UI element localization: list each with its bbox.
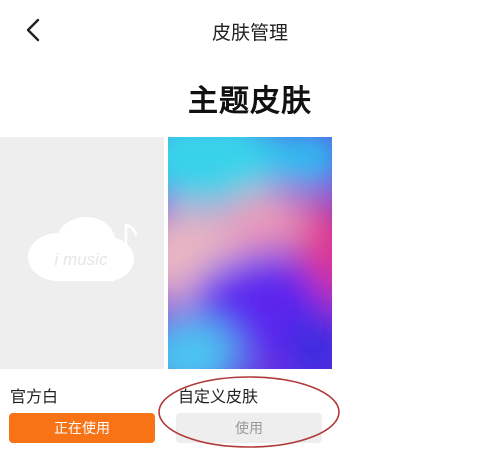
svg-text:i music: i music [55,250,108,269]
custom-skin-preview [168,137,332,369]
skin-card-custom[interactable] [168,137,332,369]
skin-name-official: 官方白 [10,387,59,406]
skin-card-official[interactable]: i music [0,137,164,369]
section-title: 主题皮肤 [188,84,312,119]
skin-name-custom: 自定义皮肤 [178,387,259,406]
page-title: 皮肤管理 [211,22,288,44]
imusic-logo: i music [28,217,138,281]
use-button[interactable]: 使用 [176,413,322,443]
in-use-button[interactable]: 正在使用 [9,413,155,443]
top-nav-bar: 皮肤管理 [0,0,500,64]
